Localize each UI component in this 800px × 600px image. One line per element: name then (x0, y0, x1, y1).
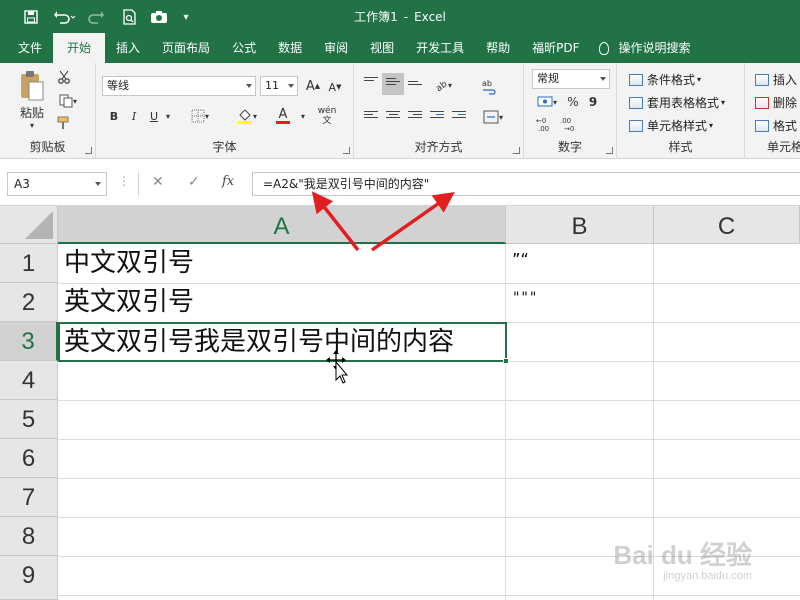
annotation-arrow-right (370, 191, 455, 252)
annotation-arrows (311, 191, 455, 252)
annotation-arrow-left (311, 191, 360, 252)
